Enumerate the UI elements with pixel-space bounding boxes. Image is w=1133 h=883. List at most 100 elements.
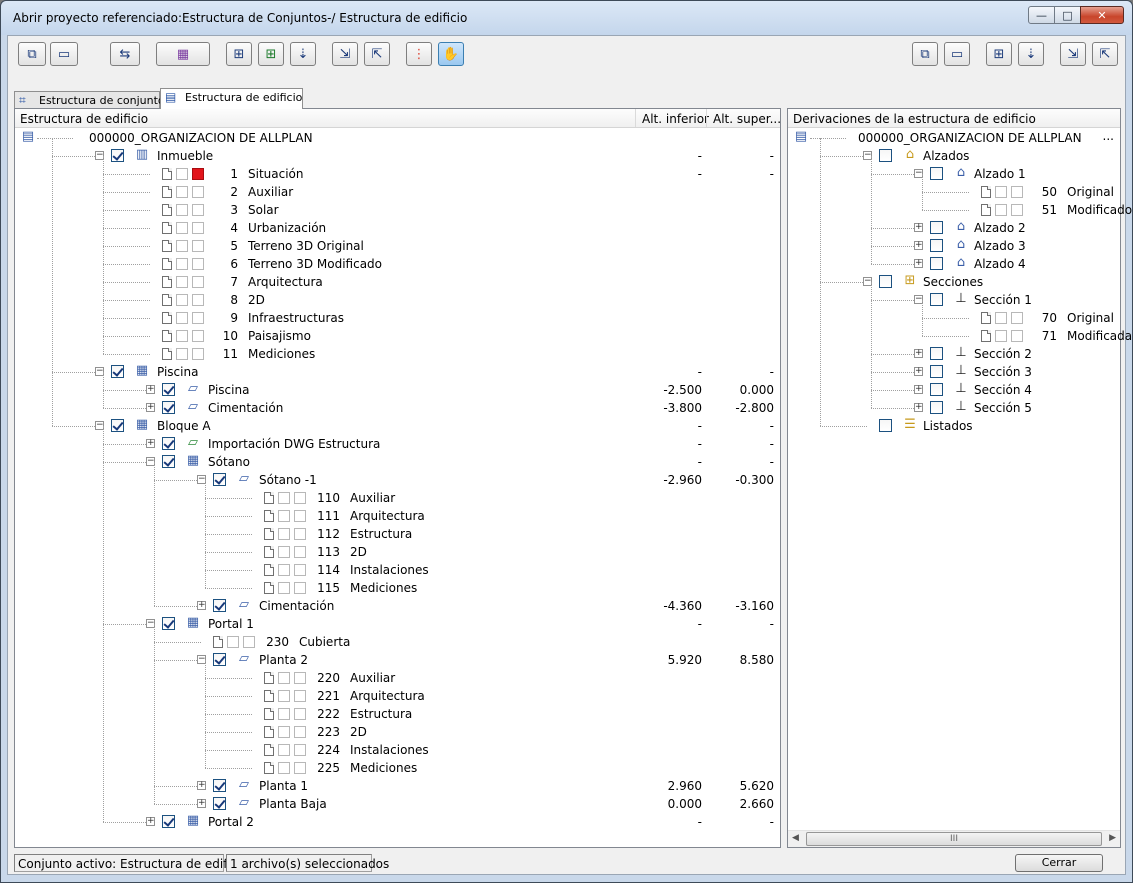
node-checkbox[interactable] bbox=[930, 257, 943, 270]
tree-node-row[interactable]: − ▦ Sótano - - bbox=[15, 453, 780, 471]
file-state-box[interactable] bbox=[278, 726, 290, 738]
file-state-box[interactable] bbox=[176, 204, 188, 216]
active-mode-button[interactable]: ✋ bbox=[438, 42, 464, 66]
file-state-box[interactable] bbox=[176, 276, 188, 288]
tree-node-row[interactable]: + ⌂ Alzado 2 bbox=[788, 219, 1120, 237]
node-checkbox[interactable] bbox=[162, 617, 175, 630]
file-state-box[interactable] bbox=[294, 510, 306, 522]
derivations-panel[interactable]: Derivaciones de la estructura de edifici… bbox=[787, 108, 1132, 848]
close-window-button[interactable]: ✕ bbox=[1080, 6, 1124, 24]
file-state-box[interactable] bbox=[176, 222, 188, 234]
file-row[interactable]: 50 Original bbox=[788, 183, 1120, 201]
file-row[interactable]: 115 Mediciones bbox=[15, 579, 780, 597]
move-derivation-button[interactable]: ⇣ bbox=[1018, 42, 1044, 66]
file-row[interactable]: 8 2D bbox=[15, 291, 780, 309]
tab-estructura-conjuntos[interactable]: ⌗ Estructura de conjuntos bbox=[14, 91, 170, 109]
expand-icon[interactable]: + bbox=[146, 403, 155, 412]
node-checkbox[interactable] bbox=[213, 779, 226, 792]
col-lower-height[interactable]: Alt. inferior bbox=[642, 112, 709, 126]
col-upper-height[interactable]: Alt. super... bbox=[713, 112, 781, 126]
tree-node-row[interactable]: − ⌂ Alzado 1 bbox=[788, 165, 1120, 183]
tab-estructura-edificio[interactable]: ▤ Estructura de edificio bbox=[160, 88, 303, 109]
file-row[interactable]: 230 Cubierta bbox=[15, 633, 780, 651]
node-checkbox[interactable] bbox=[930, 167, 943, 180]
file-state-box[interactable] bbox=[192, 258, 204, 270]
tree-node-row[interactable]: ☰ Listados bbox=[788, 417, 1120, 435]
file-state-box[interactable] bbox=[278, 690, 290, 702]
file-row[interactable]: 6 Terreno 3D Modificado bbox=[15, 255, 780, 273]
tree-node-row[interactable]: + ⊥ Sección 4 bbox=[788, 381, 1120, 399]
file-state-box[interactable] bbox=[294, 582, 306, 594]
file-state-box[interactable] bbox=[278, 546, 290, 558]
file-state-box[interactable] bbox=[294, 744, 306, 756]
file-row[interactable]: 11 Mediciones bbox=[15, 345, 780, 363]
expand-icon[interactable]: + bbox=[914, 403, 923, 412]
file-row[interactable]: 221 Arquitectura bbox=[15, 687, 780, 705]
tree-root-row[interactable]: ▤ 000000_ORGANIZACION DE ALLPLAN bbox=[15, 129, 780, 147]
file-row[interactable]: 224 Instalaciones bbox=[15, 741, 780, 759]
file-row[interactable]: 220 Auxiliar bbox=[15, 669, 780, 687]
file-row[interactable]: 110 Auxiliar bbox=[15, 489, 780, 507]
file-state-box[interactable] bbox=[294, 762, 306, 774]
node-checkbox[interactable] bbox=[111, 419, 124, 432]
node-checkbox[interactable] bbox=[930, 383, 943, 396]
col-name[interactable]: Estructura de edificio bbox=[20, 112, 148, 126]
assign-button[interactable]: ▦ bbox=[156, 42, 210, 66]
file-row[interactable]: 112 Estructura bbox=[15, 525, 780, 543]
tree-node-row[interactable]: − ⌂ Alzados bbox=[788, 147, 1120, 165]
file-state-box[interactable] bbox=[192, 294, 204, 306]
file-row[interactable]: 222 Estructura bbox=[15, 705, 780, 723]
file-state-box[interactable] bbox=[294, 690, 306, 702]
tree-root-row[interactable]: ▤ 000000_ORGANIZACION DE ALLPLAN bbox=[788, 129, 1120, 147]
tree-node-row[interactable]: + ⊥ Sección 5 bbox=[788, 399, 1120, 417]
tree-node-row[interactable]: + ▱ Piscina -2.500 0.000 bbox=[15, 381, 780, 399]
tree-node-row[interactable]: + ⊥ Sección 2 bbox=[788, 345, 1120, 363]
file-row[interactable]: 2 Auxiliar bbox=[15, 183, 780, 201]
file-row[interactable]: 111 Arquitectura bbox=[15, 507, 780, 525]
expand-icon[interactable]: + bbox=[914, 367, 923, 376]
tree-node-row[interactable]: + ⊥ Sección 3 bbox=[788, 363, 1120, 381]
insert-level-button[interactable]: ⊞ bbox=[226, 42, 252, 66]
file-state-box[interactable] bbox=[278, 564, 290, 576]
node-checkbox[interactable] bbox=[930, 221, 943, 234]
node-checkbox[interactable] bbox=[930, 239, 943, 252]
node-checkbox[interactable] bbox=[930, 365, 943, 378]
file-state-box[interactable] bbox=[294, 708, 306, 720]
file-state-box[interactable] bbox=[995, 186, 1007, 198]
tree-node-row[interactable]: − ▥ Inmueble - - bbox=[15, 147, 780, 165]
expand-icon[interactable]: + bbox=[914, 385, 923, 394]
scroll-right-icon[interactable]: ▶ bbox=[1109, 833, 1116, 843]
settings-button[interactable]: ⋮ bbox=[406, 42, 432, 66]
tree-node-row[interactable]: − ⊞ Secciones bbox=[788, 273, 1120, 291]
file-row[interactable]: 3 Solar bbox=[15, 201, 780, 219]
file-row[interactable]: 5 Terreno 3D Original bbox=[15, 237, 780, 255]
file-state-box[interactable] bbox=[278, 492, 290, 504]
tree-node-row[interactable]: − ▱ Sótano -1 -2.960 -0.300 bbox=[15, 471, 780, 489]
remove-structure-button[interactable]: ▭ bbox=[50, 42, 78, 66]
node-checkbox[interactable] bbox=[930, 347, 943, 360]
maximize-button[interactable]: □ bbox=[1054, 6, 1081, 24]
file-row[interactable]: 225 Mediciones bbox=[15, 759, 780, 777]
file-state-box[interactable] bbox=[192, 348, 204, 360]
file-row[interactable]: 1 Situación - - bbox=[15, 165, 780, 183]
file-state-box[interactable] bbox=[1011, 312, 1023, 324]
close-button[interactable]: Cerrar bbox=[1015, 854, 1103, 872]
file-state-box[interactable] bbox=[294, 726, 306, 738]
node-checkbox[interactable] bbox=[213, 599, 226, 612]
tree-node-row[interactable]: − ▦ Portal 1-- bbox=[15, 615, 780, 633]
export-derivation-button[interactable]: ⇱ bbox=[1092, 42, 1118, 66]
file-state-box[interactable] bbox=[1011, 204, 1023, 216]
node-checkbox[interactable] bbox=[930, 293, 943, 306]
node-checkbox[interactable] bbox=[162, 383, 175, 396]
tree-node-row[interactable]: + ▱ Planta 1 2.960 5.620 bbox=[15, 777, 780, 795]
tree-node-row[interactable]: + ▱ Cimentación -3.800 -2.800 bbox=[15, 399, 780, 417]
file-row[interactable]: 114 Instalaciones bbox=[15, 561, 780, 579]
file-row[interactable]: 223 2D bbox=[15, 723, 780, 741]
minimize-button[interactable]: — bbox=[1028, 6, 1055, 24]
file-state-box[interactable] bbox=[995, 204, 1007, 216]
file-state-box[interactable] bbox=[176, 240, 188, 252]
tree-node-row[interactable]: − ▱ Planta 2 5.920 8.580 bbox=[15, 651, 780, 669]
file-state-box[interactable] bbox=[278, 582, 290, 594]
file-state-box[interactable] bbox=[278, 708, 290, 720]
file-state-box[interactable] bbox=[227, 636, 239, 648]
